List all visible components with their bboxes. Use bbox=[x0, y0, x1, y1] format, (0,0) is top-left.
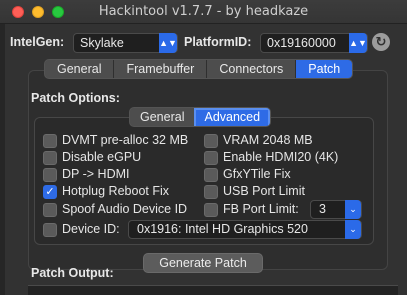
checkbox-box[interactable] bbox=[43, 203, 57, 217]
checkbox-label: Enable HDMI20 (4K) bbox=[223, 150, 339, 164]
checkbox-label: Device ID: bbox=[62, 222, 120, 236]
refresh-icon[interactable]: ↻ bbox=[372, 33, 390, 51]
tab-patch[interactable]: Patch bbox=[296, 60, 353, 78]
checkbox-label: DP -> HDMI bbox=[62, 167, 130, 181]
intelgen-label: IntelGen: bbox=[10, 35, 65, 49]
checkbox-box[interactable] bbox=[43, 134, 57, 148]
tab-general[interactable]: General bbox=[45, 60, 115, 78]
platformid-value: 0x19160000 bbox=[267, 36, 336, 50]
chevron-down-icon: ⌄ bbox=[345, 200, 361, 219]
checkbox-label: Spoof Audio Device ID bbox=[62, 202, 188, 216]
platformid-select[interactable]: 0x19160000 ▲▼ bbox=[260, 33, 368, 53]
chevron-updown-icon: ▲▼ bbox=[349, 33, 367, 53]
window-left-edge bbox=[0, 24, 5, 295]
checkbox-label: Disable eGPU bbox=[62, 150, 142, 164]
checkbox-label: USB Port Limit bbox=[223, 184, 305, 198]
checkbox-label: DVMT pre-alloc 32 MB bbox=[62, 133, 189, 147]
tab-connectors[interactable]: Connectors bbox=[207, 60, 297, 78]
tab-framebuffer[interactable]: Framebuffer bbox=[114, 60, 208, 78]
checkbox-box[interactable] bbox=[43, 223, 57, 237]
device-id-select[interactable]: 0x1916: Intel HD Graphics 520 ⌄ bbox=[128, 220, 362, 239]
chevron-down-icon: ⌄ bbox=[345, 220, 361, 239]
device-id-value: 0x1916: Intel HD Graphics 520 bbox=[137, 222, 308, 236]
intelgen-value: Skylake bbox=[80, 36, 124, 50]
checkbox-label: VRAM 2048 MB bbox=[223, 133, 313, 147]
checkbox-label: Hotplug Reboot Fix bbox=[62, 184, 170, 198]
intelgen-select[interactable]: Skylake ▲▼ bbox=[73, 33, 178, 53]
fb-port-limit-value: 3 bbox=[319, 202, 326, 216]
window-title: Hackintool v1.7.7 - by headkaze bbox=[98, 4, 309, 19]
checkbox-box[interactable] bbox=[204, 203, 218, 217]
hackintool-window: Hackintool v1.7.7 - by headkaze IntelGen… bbox=[0, 0, 407, 295]
checkbox-box[interactable] bbox=[204, 168, 218, 182]
patch-options-tab-bar: General Advanced bbox=[129, 107, 272, 127]
main-tab-bar: General Framebuffer Connectors Patch bbox=[44, 59, 354, 79]
checkbox-box[interactable] bbox=[204, 185, 218, 199]
patch-output-heading: Patch Output: bbox=[31, 266, 114, 280]
checkbox-label: FB Port Limit: bbox=[223, 202, 299, 216]
platformid-label: PlatformID: bbox=[184, 35, 252, 49]
patch-options-heading: Patch Options: bbox=[31, 91, 120, 105]
checkbox-box[interactable] bbox=[204, 151, 218, 165]
fb-port-limit-select[interactable]: 3 ⌄ bbox=[310, 200, 362, 219]
checkbox-box[interactable] bbox=[204, 134, 218, 148]
checkmark-icon[interactable]: ✓ bbox=[43, 185, 57, 199]
checkbox-box[interactable] bbox=[43, 151, 57, 165]
checkbox-box[interactable] bbox=[43, 168, 57, 182]
checkbox-label: GfxYTile Fix bbox=[223, 167, 291, 181]
subtab-general[interactable]: General bbox=[130, 108, 194, 126]
subtab-advanced[interactable]: Advanced bbox=[194, 108, 271, 126]
patch-output-area[interactable] bbox=[28, 285, 398, 295]
title-bar: Hackintool v1.7.7 - by headkaze bbox=[0, 0, 407, 24]
chevron-updown-icon: ▲▼ bbox=[159, 33, 177, 53]
generate-patch-button[interactable]: Generate Patch bbox=[143, 253, 263, 273]
